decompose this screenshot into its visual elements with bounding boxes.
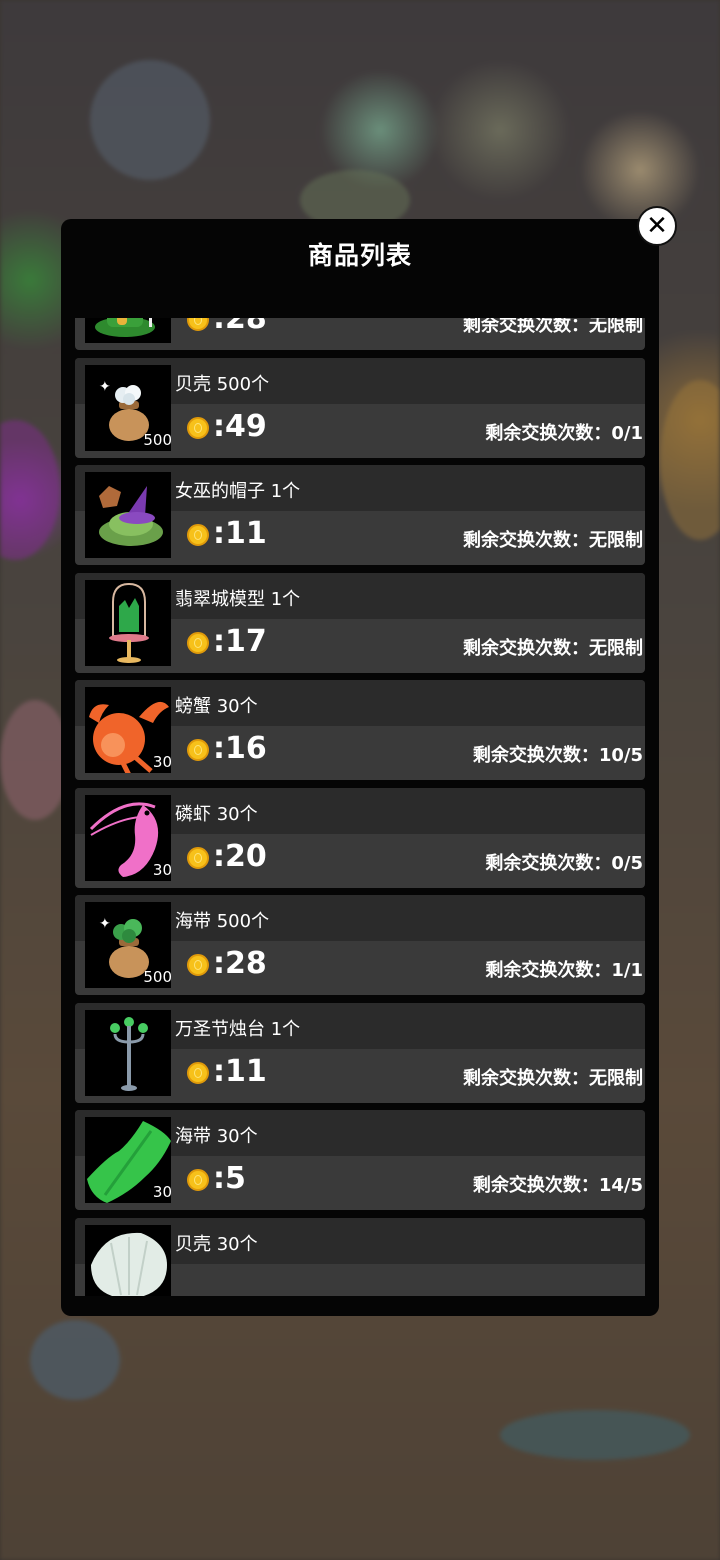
list-item[interactable]: 30 磷虾 30个 :20 剩余交换次数：0/5 <box>75 787 645 888</box>
item-name: 贝壳 500个 <box>175 373 270 395</box>
item-name: 磷虾 30个 <box>175 803 258 825</box>
item-list[interactable]: :28 剩余交换次数：无限制 ✦ 500 贝壳 500个 :49 剩余交换次数：… <box>75 318 645 1296</box>
list-item[interactable]: ✦ 500 贝壳 500个 :49 剩余交换次数：0/1 <box>75 357 645 458</box>
crab-icon: 30 <box>85 687 171 773</box>
list-item[interactable]: 万圣节烛台 1个 :11 剩余交换次数：无限制 <box>75 1002 645 1103</box>
item-price: :28 <box>213 318 267 336</box>
coin-icon <box>187 846 209 869</box>
remaining-exchanges: 剩余交换次数：0/1 <box>485 422 643 444</box>
item-price: :16 <box>213 731 267 766</box>
coin-icon <box>187 416 209 439</box>
item-name: 贝壳 30个 <box>175 1233 258 1255</box>
witch-hat-icon <box>85 472 171 558</box>
remaining-exchanges: 剩余交换次数：0/5 <box>485 852 643 874</box>
candelabra-icon <box>85 1009 171 1096</box>
coin-icon <box>187 739 209 761</box>
item-price: :20 <box>213 838 267 874</box>
coin-icon <box>187 631 209 654</box>
coin-icon <box>187 1061 209 1084</box>
remaining-exchanges: 剩余交换次数：无限制 <box>463 318 643 336</box>
remaining-exchanges: 剩余交换次数：无限制 <box>463 1067 643 1089</box>
item-price: :5 <box>213 1161 246 1196</box>
item-price: :11 <box>213 516 267 551</box>
remaining-exchanges: 剩余交换次数：10/5 <box>472 745 643 766</box>
witch-house-icon <box>85 318 171 343</box>
close-icon: ✕ <box>646 211 668 241</box>
krill-icon: 30 <box>85 794 171 881</box>
item-name: 女巫的帽子 1个 <box>175 481 301 502</box>
shell-icon <box>85 1224 171 1296</box>
kelp-icon: 30 <box>85 1117 171 1203</box>
remaining-exchanges: 剩余交换次数：1/1 <box>485 960 643 981</box>
coin-icon <box>187 318 209 331</box>
coin-icon <box>187 1169 209 1191</box>
list-item[interactable]: :28 剩余交换次数：无限制 <box>75 318 645 350</box>
item-price: :28 <box>213 946 267 981</box>
item-name: 万圣节烛台 1个 <box>175 1018 301 1040</box>
list-item[interactable]: ✦ 500 海带 500个 :28 剩余交换次数：1/1 <box>75 895 645 995</box>
remaining-exchanges: 剩余交换次数：无限制 <box>463 530 643 551</box>
kelp-bag-icon: ✦ 500 <box>85 902 171 988</box>
emerald-city-model-icon <box>85 579 171 666</box>
item-name: 螃蟹 30个 <box>175 696 258 717</box>
item-name: 海带 30个 <box>175 1126 258 1147</box>
item-price: :11 <box>213 1053 267 1089</box>
item-name: 翡翠城模型 1个 <box>175 588 301 610</box>
list-item[interactable]: 贝壳 30个 <box>75 1217 645 1296</box>
item-price: :17 <box>213 623 267 659</box>
list-item[interactable]: 30 海带 30个 :5 剩余交换次数：14/5 <box>75 1110 645 1210</box>
remaining-exchanges: 剩余交换次数：无限制 <box>463 637 643 659</box>
list-item[interactable]: 女巫的帽子 1个 :11 剩余交换次数：无限制 <box>75 465 645 565</box>
list-item[interactable]: 30 螃蟹 30个 :16 剩余交换次数：10/5 <box>75 680 645 780</box>
list-item[interactable]: 翡翠城模型 1个 :17 剩余交换次数：无限制 <box>75 572 645 673</box>
shell-bag-icon: ✦ 500 <box>85 364 171 451</box>
item-price: :49 <box>213 408 267 444</box>
coin-icon <box>187 524 209 546</box>
remaining-exchanges: 剩余交换次数：14/5 <box>472 1175 643 1196</box>
coin-icon <box>187 954 209 976</box>
close-button[interactable]: ✕ <box>637 206 677 246</box>
svg-text:✦: ✦ <box>99 379 111 395</box>
svg-text:✦: ✦ <box>99 916 111 932</box>
panel-title: 商品列表 <box>307 241 412 270</box>
item-name: 海带 500个 <box>175 911 270 932</box>
